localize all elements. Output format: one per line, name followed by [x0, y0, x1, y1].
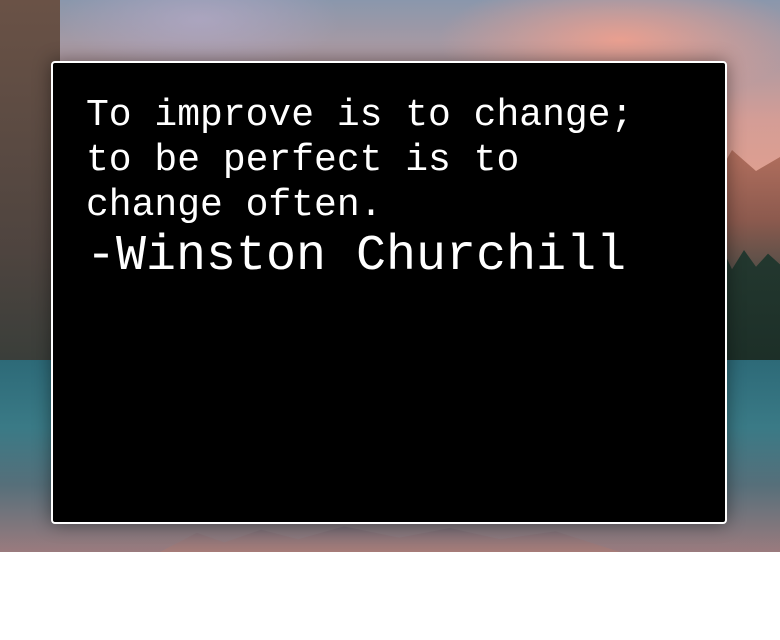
quote-text: To improve is to change; to be perfect i… — [86, 94, 634, 227]
quote-card: To improve is to change; to be perfect i… — [51, 61, 727, 524]
quote-author: -Winston Churchill — [86, 228, 627, 285]
